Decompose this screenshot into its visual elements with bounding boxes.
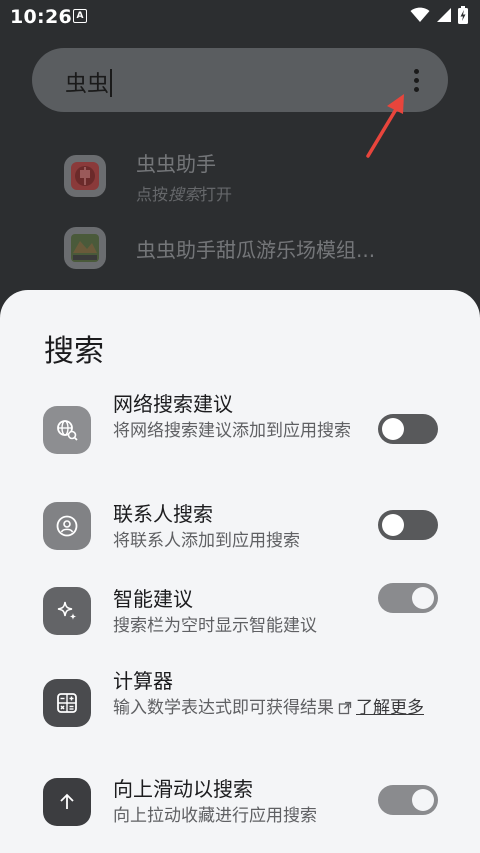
- smart-suggestions-toggle[interactable]: [378, 583, 438, 613]
- result-title: 虫虫助手: [136, 151, 216, 176]
- setting-title: 向上滑动以搜索: [113, 777, 253, 801]
- setting-title: 智能建议: [113, 587, 193, 611]
- result-title: 虫虫助手甜瓜游乐场模组...: [136, 237, 376, 262]
- web-search-toggle[interactable]: [378, 414, 438, 444]
- sheet-title: 搜索: [44, 334, 104, 369]
- app-icon-chongchong: [64, 155, 106, 197]
- app-icon-melon-playground: [64, 227, 106, 269]
- learn-more-link[interactable]: 了解更多: [356, 698, 424, 718]
- search-settings-sheet: 搜索 网络搜索建议 将网络搜索建议添加到应用搜索 联系人搜索 将联系人添加到应用…: [0, 290, 480, 853]
- wifi-icon: [410, 7, 430, 22]
- result-item[interactable]: 虫虫助手甜瓜游乐场模组...: [64, 218, 444, 278]
- battery-icon: [458, 6, 468, 24]
- system-icons: [410, 6, 468, 24]
- setting-description: 搜索栏为空时显示智能建议: [113, 616, 317, 636]
- setting-title: 网络搜索建议: [113, 392, 233, 416]
- setting-description: 输入数学表达式即可获得结果 了解更多: [113, 698, 424, 718]
- arrow-up-icon: [43, 778, 91, 826]
- status-bar: 10:26 A: [0, 0, 480, 34]
- swipe-up-search-toggle[interactable]: [378, 785, 438, 815]
- calculator-icon: [43, 679, 91, 727]
- web-search-icon: [43, 406, 91, 454]
- signal-icon: [437, 8, 451, 22]
- notification-a-icon: A: [73, 9, 87, 23]
- setting-title: 计算器: [113, 669, 173, 693]
- setting-title: 联系人搜索: [113, 502, 213, 526]
- contact-icon: [43, 502, 91, 550]
- setting-description: 将网络搜索建议添加到应用搜索: [113, 421, 351, 441]
- search-input[interactable]: 虫虫: [65, 66, 113, 98]
- sparkle-icon: [43, 587, 91, 635]
- contact-search-toggle[interactable]: [378, 510, 438, 540]
- result-subtitle: 点按搜索打开: [136, 184, 233, 204]
- text-caret: [110, 69, 113, 97]
- external-link-icon: [338, 701, 352, 715]
- result-item[interactable]: 虫虫助手 点按搜索打开: [64, 146, 444, 206]
- status-time: 10:26: [10, 6, 72, 28]
